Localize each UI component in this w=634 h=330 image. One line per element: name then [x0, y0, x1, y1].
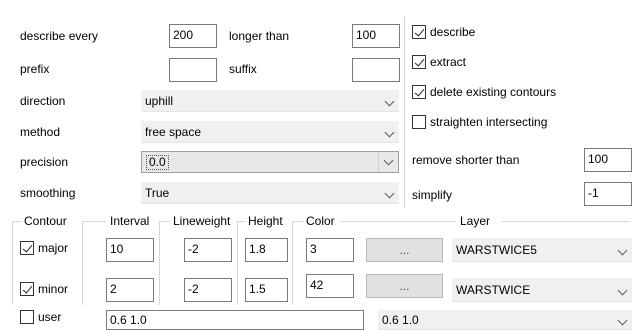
- header-interval: Interval: [110, 214, 150, 228]
- check-icon: [414, 56, 425, 67]
- major-layer-value: WARSTWICE5: [456, 243, 537, 257]
- direction-label: direction: [20, 94, 66, 108]
- major-checkbox[interactable]: [20, 241, 34, 255]
- describe-label: describe: [430, 25, 476, 39]
- major-layer-dropdown[interactable]: WARSTWICE5: [452, 238, 632, 262]
- remove-shorter-label: remove shorter than: [412, 153, 520, 167]
- header-height: Height: [248, 214, 283, 228]
- chevron-down-icon: [384, 127, 395, 138]
- header-lineweight: Lineweight: [173, 214, 231, 228]
- direction-dropdown[interactable]: uphill: [141, 90, 399, 112]
- chevron-down-icon: [383, 155, 394, 166]
- major-color-input[interactable]: 3: [306, 238, 354, 262]
- delete-existing-checkbox[interactable]: [412, 85, 426, 99]
- major-interval-input[interactable]: 10: [106, 238, 154, 262]
- prefix-input[interactable]: [169, 58, 217, 82]
- simplify-input[interactable]: -1: [584, 182, 632, 206]
- suffix-label: suffix: [229, 62, 257, 76]
- chevron-down-icon: [617, 245, 628, 256]
- extract-label: extract: [430, 55, 467, 69]
- minor-color-button[interactable]: ...: [366, 274, 443, 298]
- chevron-down-icon: [617, 315, 628, 326]
- header-color: Color: [306, 214, 335, 228]
- method-value: free space: [145, 125, 202, 139]
- suffix-input[interactable]: [352, 58, 400, 82]
- method-label: method: [20, 125, 61, 139]
- minor-lineweight-input[interactable]: -2: [184, 278, 232, 302]
- describe-every-label: describe every: [20, 29, 99, 43]
- prefix-label: prefix: [20, 62, 50, 76]
- precision-value: 0.0: [146, 155, 169, 170]
- minor-checkbox[interactable]: [20, 282, 34, 296]
- header-layer: Layer: [460, 214, 491, 228]
- user-values-input[interactable]: 0.6 1.0: [106, 310, 364, 330]
- user-checkbox[interactable]: [20, 310, 34, 324]
- check-icon: [22, 283, 33, 294]
- minor-color-input[interactable]: 42: [306, 274, 354, 298]
- simplify-label: simplify: [412, 188, 453, 202]
- panel-divider: [404, 16, 405, 208]
- major-height-input[interactable]: 1.8: [245, 238, 288, 262]
- precision-label: precision: [20, 155, 69, 169]
- chevron-down-icon: [617, 285, 628, 296]
- extract-checkbox[interactable]: [412, 55, 426, 69]
- user-label: user: [38, 310, 62, 324]
- describe-every-input[interactable]: 200: [169, 24, 217, 48]
- longer-than-input[interactable]: 100: [352, 24, 400, 48]
- precision-dropdown[interactable]: 0.0: [141, 151, 399, 173]
- longer-than-label: longer than: [229, 29, 290, 43]
- smoothing-value: True: [145, 186, 170, 200]
- chevron-down-icon: [384, 96, 395, 107]
- check-icon: [22, 242, 33, 253]
- minor-height-input[interactable]: 1.5: [245, 278, 288, 302]
- major-color-button[interactable]: ...: [366, 238, 443, 262]
- header-contour: Contour: [24, 214, 67, 228]
- method-dropdown[interactable]: free space: [141, 121, 399, 143]
- check-icon: [414, 86, 425, 97]
- smoothing-dropdown[interactable]: True: [141, 182, 399, 204]
- straighten-checkbox[interactable]: [412, 115, 426, 129]
- delete-existing-label: delete existing contours: [430, 85, 557, 99]
- remove-shorter-input[interactable]: 100: [584, 148, 632, 172]
- direction-value: uphill: [145, 94, 174, 108]
- smoothing-label: smoothing: [20, 186, 76, 200]
- describe-checkbox[interactable]: [412, 25, 426, 39]
- chevron-down-icon: [384, 188, 395, 199]
- minor-interval-input[interactable]: 2: [106, 278, 154, 302]
- check-icon: [414, 26, 425, 37]
- major-label: major: [38, 241, 69, 255]
- user-values-dropdown[interactable]: 0.6 1.0: [378, 310, 632, 330]
- major-lineweight-input[interactable]: -2: [184, 238, 232, 262]
- minor-label: minor: [38, 282, 69, 296]
- minor-layer-dropdown[interactable]: WARSTWICE: [452, 278, 632, 302]
- straighten-label: straighten intersecting: [430, 115, 548, 129]
- minor-layer-value: WARSTWICE: [456, 283, 531, 297]
